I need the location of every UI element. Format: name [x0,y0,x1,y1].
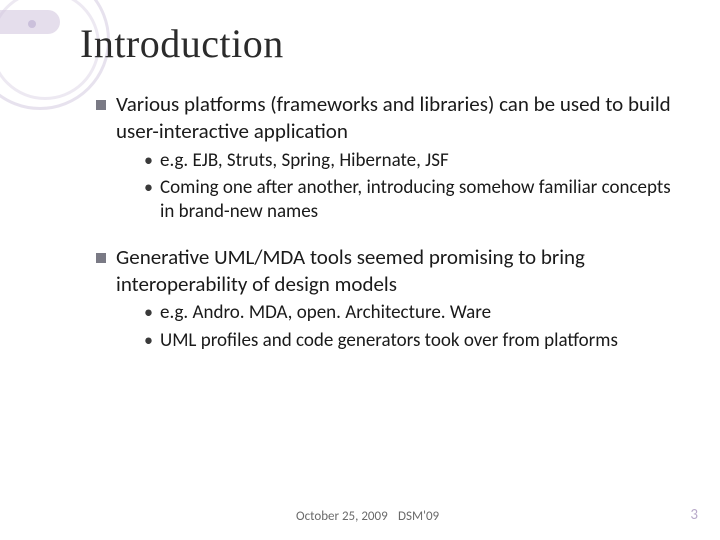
footer-event: DSM'09 [398,509,439,524]
bullet-list-level1: Various platforms (frameworks and librar… [96,91,672,366]
sub-bullet-item: e.g. Andro. MDA, open. Architecture. War… [144,301,672,325]
bullet-item: Generative UML/MDA tools seemed promisin… [96,244,672,366]
slide-content: Various platforms (frameworks and librar… [0,67,720,366]
sub-bullet-item: UML profiles and code generators took ov… [144,329,672,353]
footer-date: October 25, 2009 [296,509,388,524]
sub-bullet-item: Coming one after another, introducing so… [144,176,672,225]
footer-page-number: 3 [690,506,698,524]
bullet-list-level2: e.g. Andro. MDA, open. Architecture. War… [116,297,672,366]
bullet-text: Generative UML/MDA tools seemed promisin… [116,244,585,297]
sub-bullet-item: e.g. EJB, Struts, Spring, Hibernate, JSF [144,149,672,173]
bullet-text: Various platforms (frameworks and librar… [116,91,671,144]
bullet-list-level2: e.g. EJB, Struts, Spring, Hibernate, JSF… [116,145,672,238]
slide-title: Introduction [0,0,720,67]
bullet-item: Various platforms (frameworks and librar… [96,91,672,238]
slide: Introduction Various platforms (framewor… [0,0,720,540]
